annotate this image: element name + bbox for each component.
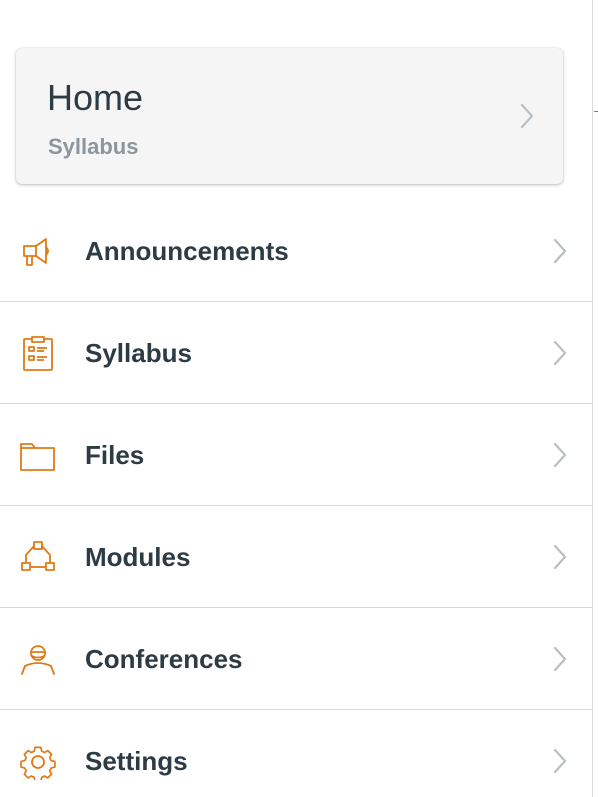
chevron-right-icon xyxy=(553,442,567,468)
menu-item-label: Modules xyxy=(85,542,191,572)
home-card[interactable]: Home Syllabus xyxy=(16,48,563,184)
course-menu-list: Announcements Syllabus Files Modules Con… xyxy=(0,200,592,797)
course-navigation-panel: Home Syllabus Announcements Syllabus Fil… xyxy=(0,0,592,797)
clipboard-icon xyxy=(20,336,56,372)
menu-item-settings[interactable]: Settings xyxy=(0,710,592,797)
folder-icon xyxy=(20,438,56,474)
chevron-right-icon xyxy=(553,238,567,264)
menu-item-label: Files xyxy=(85,440,145,470)
menu-item-announcements[interactable]: Announcements xyxy=(0,200,592,302)
chevron-right-icon xyxy=(553,748,567,774)
chevron-right-icon xyxy=(553,646,567,672)
gear-icon xyxy=(20,744,56,780)
split-view-divider xyxy=(592,0,593,797)
menu-item-syllabus[interactable]: Syllabus xyxy=(0,302,592,404)
modules-icon xyxy=(20,540,56,576)
detail-pane-edge xyxy=(594,111,598,112)
menu-item-files[interactable]: Files xyxy=(0,404,592,506)
chevron-right-icon xyxy=(553,340,567,366)
chevron-right-icon xyxy=(553,544,567,570)
menu-item-label: Syllabus xyxy=(85,338,192,368)
menu-item-modules[interactable]: Modules xyxy=(0,506,592,608)
menu-item-label: Conferences xyxy=(85,644,243,674)
menu-item-label: Announcements xyxy=(85,236,289,266)
menu-item-label: Settings xyxy=(85,746,188,776)
home-subtitle: Syllabus xyxy=(48,134,139,159)
chevron-right-icon xyxy=(520,103,534,129)
menu-item-conferences[interactable]: Conferences xyxy=(0,608,592,710)
home-title: Home xyxy=(47,77,144,118)
conferences-icon xyxy=(20,642,56,678)
megaphone-icon xyxy=(20,234,56,270)
